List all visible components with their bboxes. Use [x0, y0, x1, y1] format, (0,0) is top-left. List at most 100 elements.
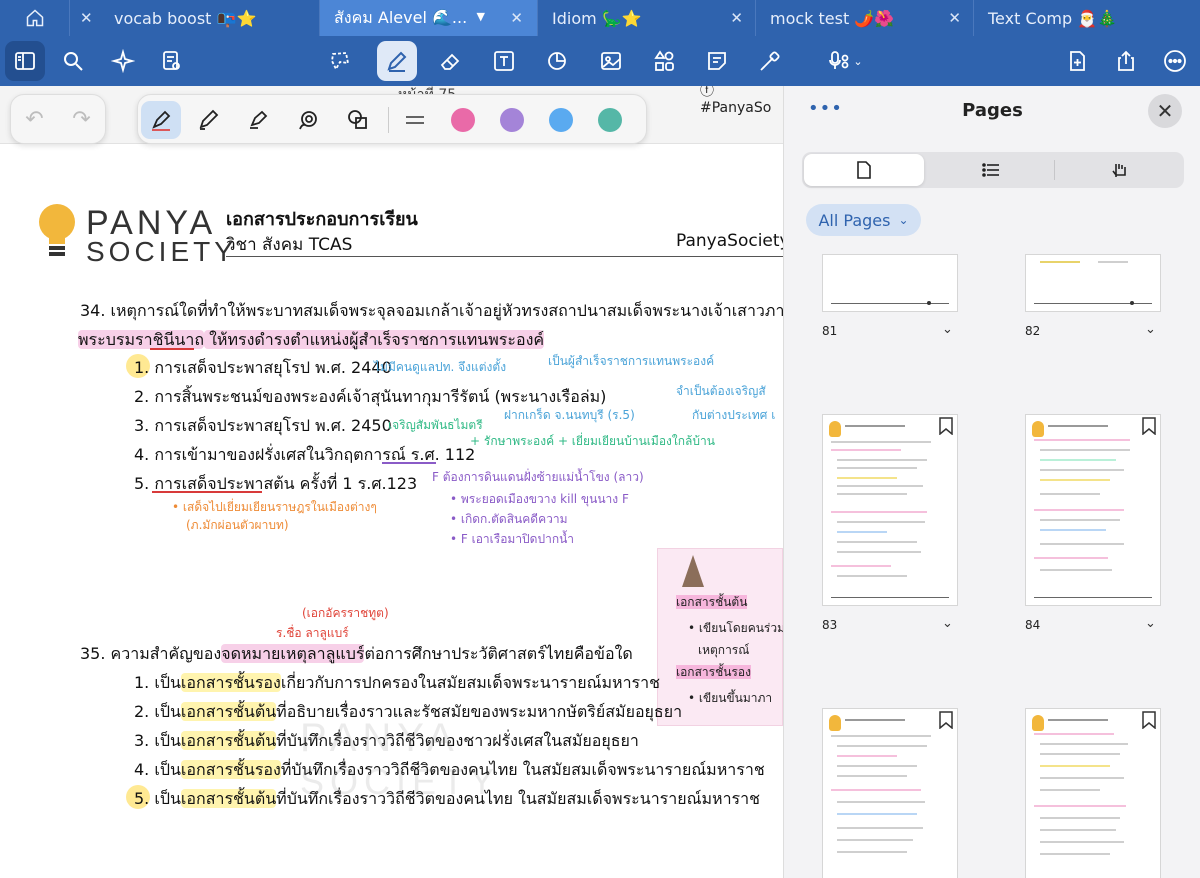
list-icon	[982, 163, 999, 177]
pink-swatch[interactable]	[451, 108, 475, 132]
hand-pointer-icon	[1112, 164, 1126, 177]
share-button[interactable]	[1106, 41, 1146, 81]
sidebar-icon	[15, 52, 35, 70]
tab-label: Text Comp 🎅🎄	[988, 8, 1118, 28]
more-button[interactable]	[1155, 41, 1195, 81]
chevron-down-icon[interactable]: ⌄	[1145, 616, 1156, 631]
q34-highlight: พระบรมราชินีนาถ	[78, 330, 205, 349]
shape-icon	[548, 52, 566, 70]
bookmark-icon[interactable]	[1142, 417, 1156, 435]
lasso-button[interactable]	[320, 41, 360, 81]
facebook-icon: ⓕ	[700, 86, 714, 99]
handwritten-note: • พระยอดเมืองขวาง kill ขุนนาง F	[450, 492, 629, 506]
tab-close-icon[interactable]: ✕	[510, 9, 523, 27]
highlighter-button[interactable]	[238, 101, 278, 139]
ai-button[interactable]	[103, 41, 143, 81]
handwritten-note: กับต่างประเทศ เ	[692, 408, 776, 422]
main-toolbar: ⌄	[0, 36, 1200, 86]
page-thumbnail-84[interactable]	[1025, 414, 1161, 606]
redo-icon[interactable]: ↷	[72, 107, 90, 132]
note-search-icon	[163, 51, 180, 70]
page-thumbnail-82[interactable]	[1025, 254, 1161, 312]
close-icon[interactable]: ✕	[1148, 94, 1182, 128]
q34-choice-5: 5. การเสด็จประพาสต้น ครั้งที่ 1 ร.ศ.123	[134, 474, 418, 493]
stroke-width-icon	[406, 116, 424, 124]
blue-swatch[interactable]	[549, 108, 573, 132]
share-icon	[1118, 50, 1134, 71]
sidebar-toggle-button[interactable]	[5, 41, 45, 81]
tab-close-icon[interactable]: ✕	[730, 9, 743, 27]
tab-label: vocab boost 📭⭐	[114, 8, 257, 28]
document-subject: วิชา สังคม TCAS	[226, 235, 353, 255]
search-button[interactable]	[53, 41, 93, 81]
lasso-pen-button[interactable]	[288, 101, 328, 139]
pen-tool-button[interactable]	[377, 41, 417, 81]
all-pages-filter[interactable]: All Pages ⌄	[806, 204, 921, 236]
q35-choice-1: 1. เป็นเอกสารชั้นรองเกี่ยวกับการปกครองใน…	[134, 673, 660, 692]
chevron-down-icon[interactable]: ⌄	[942, 616, 953, 631]
chevron-down-icon[interactable]: ⌄	[942, 322, 953, 337]
handwritten-note: (เอกอัครราชทูต)	[302, 606, 389, 620]
chevron-down-icon[interactable]: ⌄	[1145, 322, 1156, 337]
undo-icon[interactable]: ↶	[25, 107, 43, 132]
eraser-button[interactable]	[430, 41, 470, 81]
page-thumbnail-85[interactable]	[822, 708, 958, 878]
elements-icon	[654, 50, 674, 71]
tab-text-comp[interactable]: Text Comp 🎅🎄	[974, 0, 1200, 36]
elements-button[interactable]	[644, 41, 684, 81]
tree-decoration-icon	[682, 555, 704, 587]
shape-pen-button[interactable]	[338, 101, 378, 139]
facebook-handle: ⓕ #PanyaSo	[700, 86, 783, 116]
stroke-width-button[interactable]	[395, 101, 435, 139]
page-thumbnail-86[interactable]	[1025, 708, 1161, 878]
text-box-icon	[494, 51, 514, 71]
ball-pen-icon	[199, 109, 219, 130]
sticker-text: เอกสารชั้นต้น	[676, 595, 748, 609]
laser-pointer-icon	[760, 51, 780, 71]
q34-stem-line1: 34. เหตุการณ์ใดที่ทำให้พระบาทสมเด็จพระจุ…	[80, 301, 783, 320]
pen-options-bar	[137, 94, 647, 144]
pages-view-tab[interactable]	[804, 154, 924, 186]
tab-close-icon[interactable]: ✕	[80, 9, 93, 27]
tab-close-icon[interactable]: ✕	[948, 9, 961, 27]
shape-button[interactable]	[537, 41, 577, 81]
outline-view-tab[interactable]	[930, 154, 1052, 186]
chevron-down-icon[interactable]: ▼	[477, 10, 485, 23]
bookmarks-view-tab[interactable]	[1058, 154, 1180, 186]
note-search-button[interactable]	[151, 41, 191, 81]
text-box-button[interactable]	[484, 41, 524, 81]
tab-vocab-boost[interactable]: ✕ vocab boost 📭⭐	[70, 0, 320, 36]
eraser-icon	[440, 53, 460, 70]
handwritten-note: ฝากเกร็ด จ.นนทบุรี (ร.5)	[504, 408, 635, 422]
chevron-down-icon: ⌄	[898, 213, 909, 227]
bookmark-icon[interactable]	[939, 417, 953, 435]
sticky-note-icon	[708, 52, 726, 70]
teal-swatch[interactable]	[598, 108, 622, 132]
chevron-down-icon: ⌄	[853, 54, 863, 68]
page-thumbnail-81[interactable]	[822, 254, 958, 312]
ball-pen-button[interactable]	[188, 101, 228, 139]
purple-swatch[interactable]	[500, 108, 524, 132]
highlighter-icon	[250, 110, 268, 129]
handwritten-note: + รักษาพระองค์ + เยี่ยมเยียนบ้านเมืองใกล…	[470, 434, 715, 448]
bookmark-icon[interactable]	[939, 711, 953, 729]
tab-label: สังคม Alevel 🌊...	[334, 7, 468, 27]
fountain-pen-button[interactable]	[141, 101, 181, 139]
add-page-button[interactable]	[1057, 41, 1097, 81]
fountain-pen-icon	[152, 110, 171, 131]
page-thumbnail-83[interactable]	[822, 414, 958, 606]
page-number: 82	[1025, 324, 1041, 338]
tab-idiom[interactable]: Idiom 🦕⭐ ✕	[538, 0, 756, 36]
bookmark-icon[interactable]	[1142, 711, 1156, 729]
tab-mock-test[interactable]: mock test 🌶️🌺 ✕	[756, 0, 974, 36]
document-canvas[interactable]: หน้าที่ 75 ⓕ #PanyaSo ↶ ↷	[0, 86, 783, 878]
laser-pointer-button[interactable]	[750, 41, 790, 81]
ink-underline	[150, 348, 194, 350]
image-button[interactable]	[591, 41, 631, 81]
watermark-text: SOCIETY	[300, 761, 501, 802]
mic-button[interactable]: ⌄	[818, 41, 872, 81]
sticky-note-button[interactable]	[697, 41, 737, 81]
handwritten-note: • เสด็จไปเยี่ยมเยียนราษฎรในเมืองต่างๆ	[172, 500, 377, 514]
home-tab[interactable]	[0, 0, 70, 36]
tab-social-alevel[interactable]: สังคม Alevel 🌊... ▼ ✕	[320, 0, 538, 36]
